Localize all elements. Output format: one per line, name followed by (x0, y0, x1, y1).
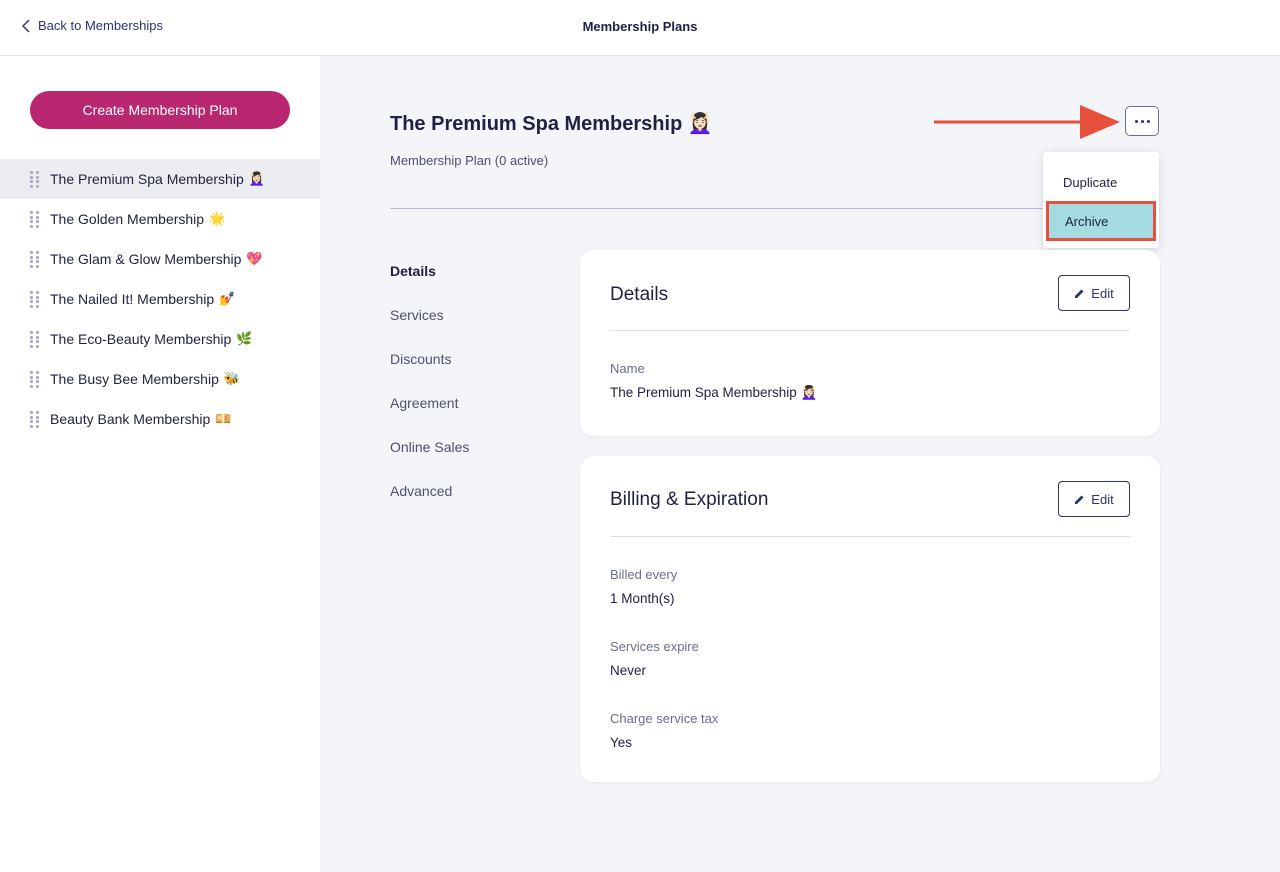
more-options-button[interactable] (1125, 106, 1159, 136)
page-title: Membership Plans (582, 19, 698, 34)
plan-list-item[interactable]: The Golden Membership 🌟 (0, 199, 320, 239)
pencil-icon (1075, 289, 1084, 298)
drag-handle-icon[interactable] (30, 331, 40, 348)
plan-subtitle: Membership Plan (0 active) (390, 153, 549, 168)
plan-emoji: 💆🏻‍♀️ (248, 171, 265, 186)
plan-label: The Golden Membership (50, 211, 205, 227)
field-value: Never (610, 663, 647, 678)
drag-handle-icon[interactable] (30, 211, 40, 228)
section-nav-discounts[interactable]: Discounts (390, 351, 469, 395)
section-nav: Details Services Discounts Agreement Onl… (390, 263, 469, 527)
section-nav-online-sales[interactable]: Online Sales (390, 439, 469, 483)
plan-list-item[interactable]: The Nailed It! Membership 💅 (0, 279, 320, 319)
plan-label: The Nailed It! Membership (50, 291, 215, 307)
create-membership-plan-button[interactable]: Create Membership Plan (30, 91, 290, 129)
plan-label: The Busy Bee Membership (50, 371, 219, 387)
plan-emoji: 💴 (215, 411, 232, 426)
details-card: Details Edit Name The Premium Spa Member… (580, 250, 1160, 436)
menu-item-archive[interactable]: Archive (1046, 201, 1156, 241)
plan-emoji: 💅 (219, 291, 236, 306)
section-nav-details[interactable]: Details (390, 263, 469, 307)
edit-details-button[interactable]: Edit (1058, 275, 1130, 311)
section-nav-advanced[interactable]: Advanced (390, 483, 469, 527)
drag-handle-icon[interactable] (30, 171, 40, 188)
section-nav-services[interactable]: Services (390, 307, 469, 351)
drag-handle-icon[interactable] (30, 291, 40, 308)
card-title: Details (610, 284, 669, 305)
section-nav-agreement[interactable]: Agreement (390, 395, 469, 439)
drag-handle-icon[interactable] (30, 251, 40, 268)
edit-label: Edit (1091, 285, 1114, 301)
field-value: Yes (610, 735, 633, 750)
plan-list-item[interactable]: The Glam & Glow Membership 💖 (0, 239, 320, 279)
field-label: Charge service tax (610, 711, 719, 726)
pencil-icon (1075, 495, 1084, 504)
card-title: Billing & Expiration (610, 489, 769, 510)
field-label: Name (610, 361, 645, 376)
plan-list-item[interactable]: The Eco-Beauty Membership 🌿 (0, 319, 320, 359)
plan-label: The Premium Spa Membership (50, 171, 244, 187)
top-bar: Back to Memberships Membership Plans (0, 0, 1280, 56)
plan-label: The Eco-Beauty Membership (50, 331, 232, 347)
plan-title: The Premium Spa Membership 💆🏻‍♀️ (390, 113, 713, 135)
sidebar: Create Membership Plan The Premium Spa M… (0, 56, 320, 872)
plan-emoji: 💖 (246, 251, 263, 266)
plan-list: The Premium Spa Membership 💆🏻‍♀️ The Gold… (0, 159, 320, 439)
field-value: 1 Month(s) (610, 591, 675, 606)
field-label: Services expire (610, 639, 699, 654)
plan-label: Beauty Bank Membership (50, 411, 211, 427)
plan-emoji: 🌟 (209, 211, 226, 226)
plan-label: The Glam & Glow Membership (50, 251, 242, 267)
arrow-annotation (934, 105, 1120, 139)
menu-item-duplicate[interactable]: Duplicate (1043, 162, 1159, 202)
card-divider (610, 330, 1130, 331)
plan-list-item[interactable]: The Premium Spa Membership 💆🏻‍♀️ (0, 159, 320, 199)
field-label: Billed every (610, 567, 678, 582)
plan-list-item[interactable]: Beauty Bank Membership 💴 (0, 399, 320, 439)
edit-label: Edit (1091, 491, 1114, 507)
card-divider (610, 536, 1130, 537)
main-content: The Premium Spa Membership 💆🏻‍♀️ Members… (320, 56, 1280, 872)
plan-emoji: 🐝 (223, 371, 241, 386)
plan-emoji: 🌿 (236, 331, 253, 346)
field-value: The Premium Spa Membership 💆🏻‍♀️ (610, 385, 818, 400)
options-menu: Duplicate Archive (1043, 152, 1159, 248)
plan-list-item[interactable]: The Busy Bee Membership 🐝 (0, 359, 320, 399)
more-options-icon (1134, 119, 1150, 123)
edit-billing-button[interactable]: Edit (1058, 481, 1130, 517)
billing-expiration-card: Billing & Expiration Edit Billed every 1… (580, 456, 1160, 782)
drag-handle-icon[interactable] (30, 371, 40, 388)
drag-handle-icon[interactable] (30, 411, 40, 428)
